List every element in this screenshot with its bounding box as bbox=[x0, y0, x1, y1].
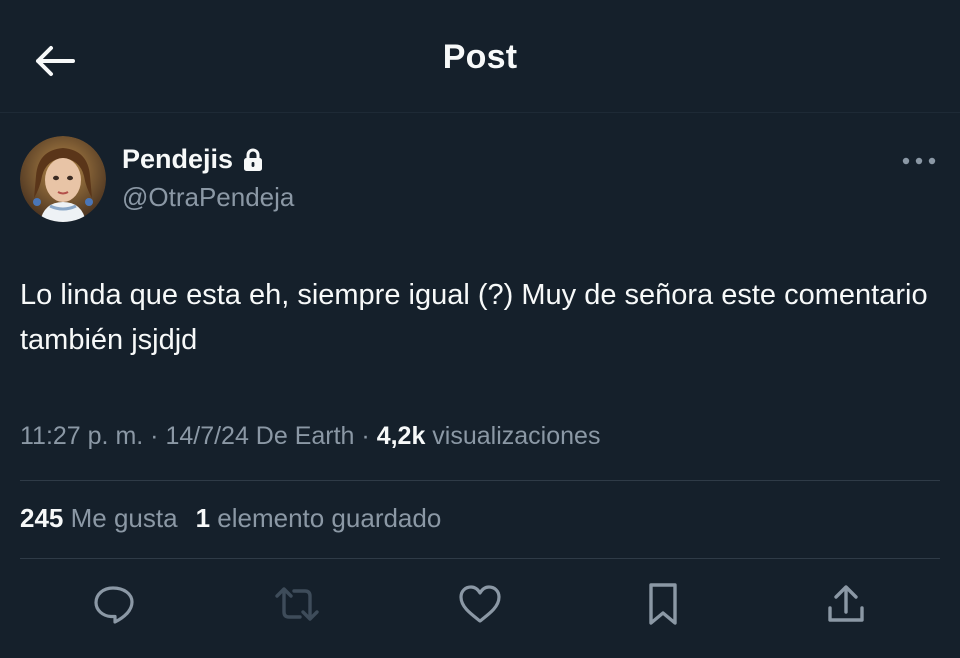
meta-separator: · bbox=[354, 422, 377, 450]
meta-separator: · bbox=[143, 422, 166, 450]
likes-stat[interactable]: 245 Me gusta bbox=[20, 503, 178, 533]
more-options-button[interactable] bbox=[896, 148, 942, 174]
repost-icon bbox=[273, 582, 321, 631]
post-source: De Earth bbox=[248, 422, 355, 450]
avatar[interactable] bbox=[20, 136, 106, 222]
divider bbox=[20, 480, 940, 481]
share-button[interactable] bbox=[822, 582, 870, 630]
bookmarks-label: elemento guardado bbox=[210, 503, 442, 533]
post-time[interactable]: 11:27 p. m. bbox=[20, 422, 143, 450]
top-bar: Post bbox=[0, 0, 960, 113]
likes-count: 245 bbox=[20, 503, 64, 533]
author-handle[interactable]: @OtraPendeja bbox=[122, 182, 294, 213]
post-text: Lo linda que esta eh, siempre igual (?) … bbox=[20, 279, 928, 356]
post-date[interactable]: 14/7/24 bbox=[165, 422, 248, 450]
post-meta: 11:27 p. m. · 14/7/24 De Earth · 4,2k vi… bbox=[20, 422, 600, 451]
more-dots-icon bbox=[902, 152, 936, 170]
views-label: visualizaciones bbox=[425, 422, 601, 450]
lock-icon bbox=[243, 148, 263, 172]
post-page: Post Pendejis @OtraPendeja Lo linda que … bbox=[0, 0, 960, 658]
bookmarks-stat[interactable]: 1 elemento guardado bbox=[196, 503, 442, 533]
repost-button[interactable] bbox=[273, 582, 321, 630]
bookmarks-count: 1 bbox=[195, 503, 211, 533]
share-icon bbox=[824, 582, 868, 631]
bookmark-button[interactable] bbox=[639, 582, 687, 630]
bookmark-icon bbox=[643, 581, 683, 632]
author-name-row[interactable]: Pendejis bbox=[122, 144, 263, 175]
page-title: Post bbox=[442, 38, 518, 76]
like-icon bbox=[457, 583, 503, 630]
likes-label: Me gusta bbox=[63, 503, 178, 533]
views-count: 4,2k bbox=[376, 422, 426, 450]
like-button[interactable] bbox=[456, 582, 504, 630]
author-display-name[interactable]: Pendejis bbox=[122, 144, 233, 175]
post-stats: 245 Me gusta 1 elemento guardado bbox=[20, 503, 441, 534]
divider bbox=[20, 558, 940, 559]
reply-icon bbox=[92, 582, 136, 631]
reply-button[interactable] bbox=[90, 582, 138, 630]
